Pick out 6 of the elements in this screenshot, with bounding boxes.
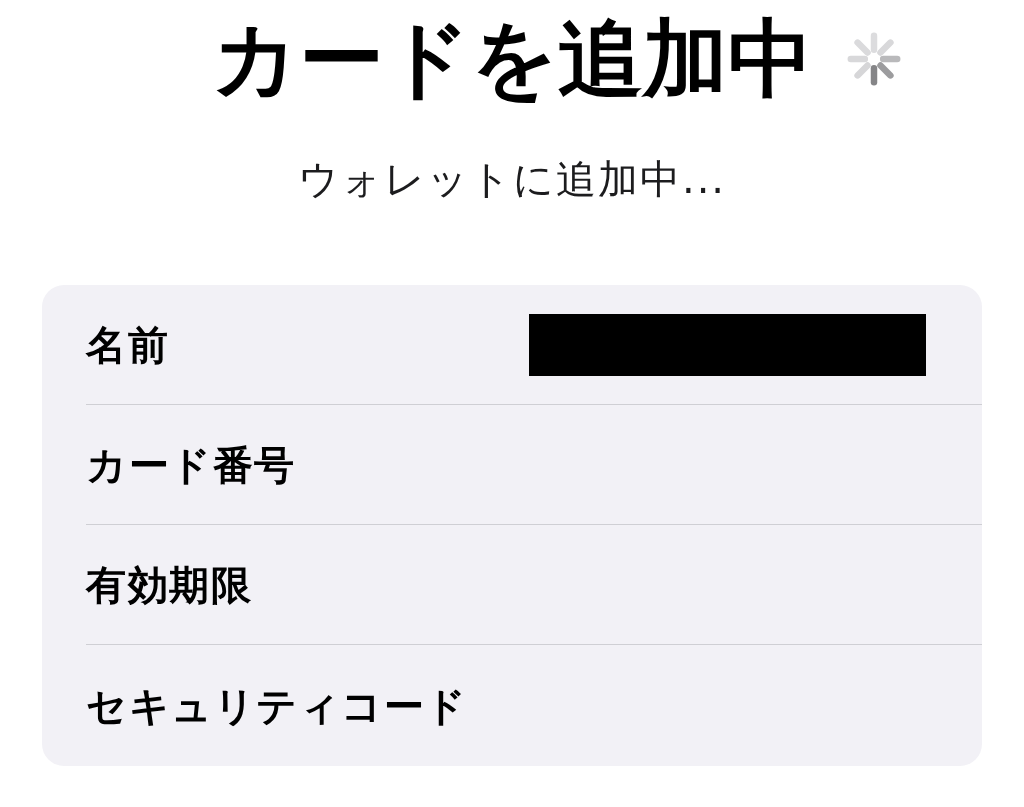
field-label: 有効期限 [86,560,252,609]
field-label: カード番号 [86,440,296,489]
page-title: カードを追加中 [211,14,813,104]
field-label: セキュリティコード [86,681,468,730]
field-label: 名前 [86,320,169,369]
status-text: ウォレットに追加中... [296,155,728,204]
